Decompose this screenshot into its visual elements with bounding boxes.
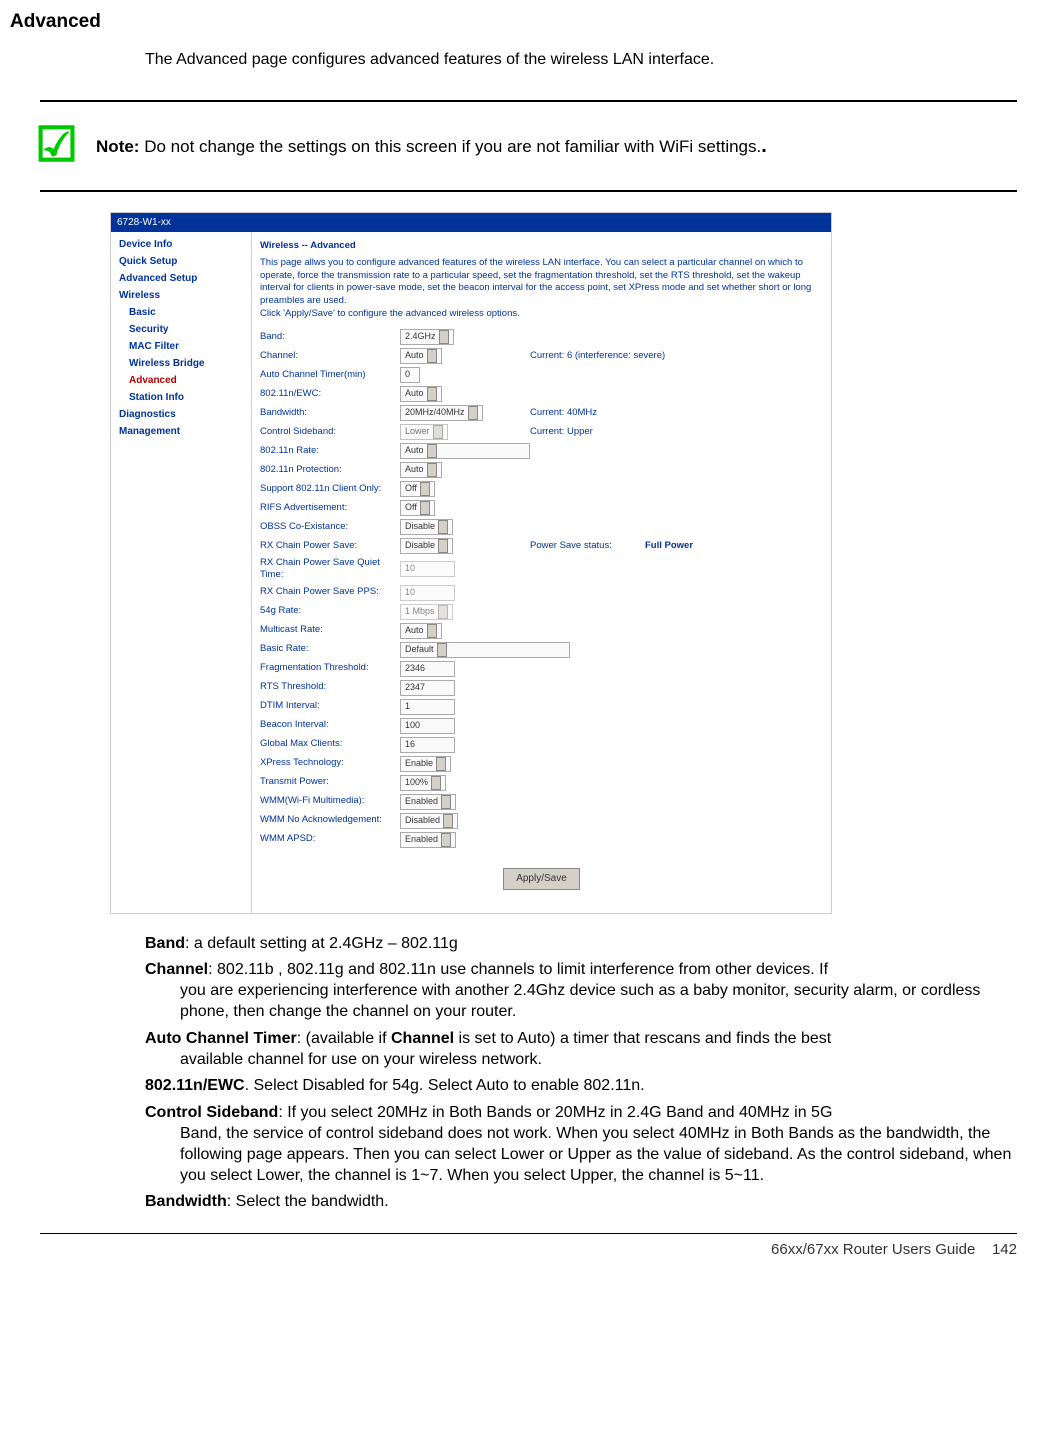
label-sideband: Control Sideband:	[260, 426, 400, 438]
label-dtim: DTIM Interval:	[260, 700, 400, 712]
apply-save-button[interactable]: Apply/Save	[503, 868, 580, 890]
checkmark-icon: ☑	[35, 122, 78, 170]
select-sideband[interactable]: Lower	[400, 424, 448, 440]
select-basic-rate[interactable]: Default	[400, 642, 570, 658]
def-band: Band: a default setting at 2.4GHz – 802.…	[145, 934, 1017, 955]
label-band: Band:	[260, 331, 400, 343]
select-band[interactable]: 2.4GHz	[400, 329, 454, 345]
label-multicast: Multicast Rate:	[260, 624, 400, 636]
input-auto-timer[interactable]: 0	[400, 367, 420, 383]
label-wmm-no-ack: WMM No Acknowledgement:	[260, 814, 400, 826]
select-channel[interactable]: Auto	[400, 348, 442, 364]
def-bandwidth: Bandwidth: Select the bandwidth.	[145, 1192, 1017, 1213]
value-power-save-status: Full Power	[645, 540, 735, 552]
label-n-protection: 802.11n Protection:	[260, 464, 400, 476]
nav-wireless-bridge[interactable]: Wireless Bridge	[111, 355, 251, 372]
label-bandwidth: Bandwidth:	[260, 407, 400, 419]
label-rts: RTS Threshold:	[260, 681, 400, 693]
definition-list: Band: a default setting at 2.4GHz – 802.…	[145, 934, 1017, 1214]
label-beacon: Beacon Interval:	[260, 719, 400, 731]
note-label: Note:	[96, 137, 139, 156]
note-text: Note: Do not change the settings on this…	[96, 133, 767, 159]
input-rts[interactable]: 2347	[400, 680, 455, 696]
label-basic-rate: Basic Rate:	[260, 643, 400, 655]
select-obss[interactable]: Disable	[400, 519, 453, 535]
input-max-clients[interactable]: 16	[400, 737, 455, 753]
label-frag: Fragmentation Threshold:	[260, 662, 400, 674]
status-channel: Current: 6 (interference: severe)	[530, 350, 735, 362]
nav-security[interactable]: Security	[111, 321, 251, 338]
footer-page: 142	[992, 1241, 1017, 1258]
label-obss: OBSS Co-Existance:	[260, 521, 400, 533]
select-n-protection[interactable]: Auto	[400, 462, 442, 478]
select-multicast[interactable]: Auto	[400, 623, 442, 639]
label-rx-power-save: RX Chain Power Save:	[260, 540, 400, 552]
nav-wireless[interactable]: Wireless	[111, 287, 251, 304]
label-rifs: RIFS Advertisement:	[260, 502, 400, 514]
nav-quick-setup[interactable]: Quick Setup	[111, 253, 251, 270]
def-control-sideband: Control Sideband: If you select 20MHz in…	[145, 1103, 1017, 1186]
panel-heading: Wireless -- Advanced	[260, 240, 823, 252]
label-rx-pps: RX Chain Power Save PPS:	[260, 586, 400, 598]
def-channel: Channel: 802.11b , 802.11g and 802.11n u…	[145, 960, 1017, 1022]
def-auto-timer: Auto Channel Timer: (available if Channe…	[145, 1029, 1017, 1071]
nav-station-info[interactable]: Station Info	[111, 389, 251, 406]
note-body: Do not change the settings on this scree…	[144, 137, 761, 156]
select-rx-power-save[interactable]: Disable	[400, 538, 453, 554]
select-client-only[interactable]: Off	[400, 481, 435, 497]
label-n-ewc: 802.11n/EWC:	[260, 388, 400, 400]
input-frag[interactable]: 2346	[400, 661, 455, 677]
side-nav: Device Info Quick Setup Advanced Setup W…	[111, 232, 252, 912]
select-n-ewc[interactable]: Auto	[400, 386, 442, 402]
page-footer: 66xx/67xx Router Users Guide 142	[40, 1233, 1017, 1260]
label-channel: Channel:	[260, 350, 400, 362]
label-client-only: Support 802.11n Client Only:	[260, 483, 400, 495]
router-screenshot: 6728-W1-xx Device Info Quick Setup Advan…	[110, 212, 832, 913]
select-tx-power[interactable]: 100%	[400, 775, 446, 791]
label-wmm-apsd: WMM APSD:	[260, 833, 400, 845]
select-wmm[interactable]: Enabled	[400, 794, 456, 810]
label-tx-power: Transmit Power:	[260, 776, 400, 788]
select-bandwidth[interactable]: 20MHz/40MHz	[400, 405, 483, 421]
note-block: ☑ Note: Do not change the settings on th…	[40, 100, 1017, 192]
label-max-clients: Global Max Clients:	[260, 738, 400, 750]
label-wmm: WMM(Wi-Fi Multimedia):	[260, 795, 400, 807]
label-xpress: XPress Technology:	[260, 757, 400, 769]
input-rx-quiet[interactable]: 10	[400, 561, 455, 577]
input-rx-pps[interactable]: 10	[400, 585, 455, 601]
status-sideband: Current: Upper	[530, 426, 735, 438]
label-auto-timer: Auto Channel Timer(min)	[260, 369, 400, 381]
nav-device-info[interactable]: Device Info	[111, 236, 251, 253]
select-rifs[interactable]: Off	[400, 500, 435, 516]
nav-management[interactable]: Management	[111, 423, 251, 440]
label-n-rate: 802.11n Rate:	[260, 445, 400, 457]
nav-advanced[interactable]: Advanced	[111, 372, 251, 389]
nav-basic[interactable]: Basic	[111, 304, 251, 321]
select-54g[interactable]: 1 Mbps	[400, 604, 453, 620]
main-panel: Wireless -- Advanced This page allws you…	[252, 232, 831, 912]
select-wmm-apsd[interactable]: Enabled	[400, 832, 456, 848]
def-n-ewc: 802.11n/EWC. Select Disabled for 54g. Se…	[145, 1076, 1017, 1097]
nav-advanced-setup[interactable]: Advanced Setup	[111, 270, 251, 287]
select-wmm-no-ack[interactable]: Disabled	[400, 813, 458, 829]
model-header: 6728-W1-xx	[111, 213, 831, 232]
nav-diagnostics[interactable]: Diagnostics	[111, 406, 251, 423]
label-power-save-status: Power Save status:	[530, 540, 645, 552]
status-bandwidth: Current: 40MHz	[530, 407, 735, 419]
select-n-rate[interactable]: Auto	[400, 443, 530, 459]
footer-guide: 66xx/67xx Router Users Guide	[771, 1241, 975, 1258]
settings-table: Band: 2.4GHz Channel: Auto Current: 6 (i…	[260, 329, 823, 848]
input-dtim[interactable]: 1	[400, 699, 455, 715]
label-54g: 54g Rate:	[260, 605, 400, 617]
select-xpress[interactable]: Enable	[400, 756, 451, 772]
input-beacon[interactable]: 100	[400, 718, 455, 734]
label-rx-quiet: RX Chain Power Save Quiet Time:	[260, 557, 400, 582]
section-heading: Advanced	[10, 10, 1017, 35]
intro-text: The Advanced page configures advanced fe…	[145, 50, 1017, 71]
panel-intro: This page allws you to configure advance…	[260, 257, 823, 321]
nav-mac-filter[interactable]: MAC Filter	[111, 338, 251, 355]
